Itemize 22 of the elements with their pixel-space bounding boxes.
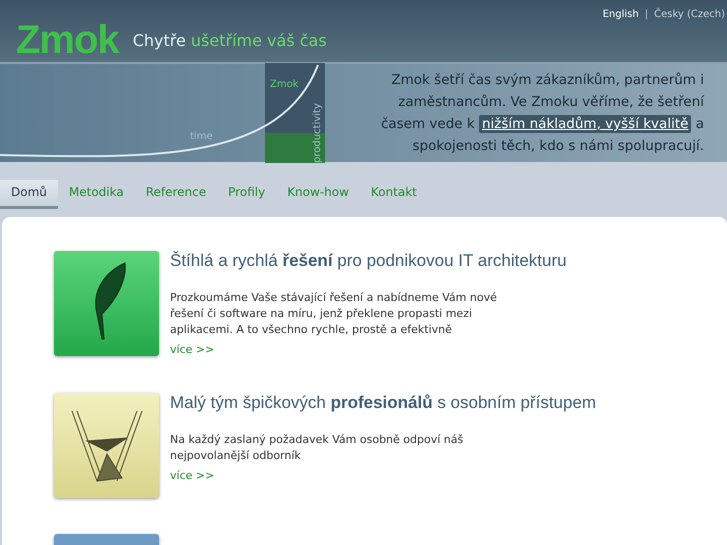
more-link[interactable]: více >> xyxy=(170,469,214,482)
separator: | xyxy=(644,9,648,20)
nav-tab[interactable]: Know-how xyxy=(276,180,360,206)
feature-title: Štíhlá a rychlá řešení pro podnikovou IT architekturu xyxy=(170,251,568,271)
graph-label: Zmok xyxy=(270,79,299,90)
feature-description: Na každý zaslaný požadavek Vám osobně odpoví náš nejpovolanější odborník xyxy=(170,432,464,464)
feature-title: Malý tým špičkových profesionálů s osobním přístupem xyxy=(170,393,598,413)
axis-label: productivity xyxy=(312,103,324,163)
nav-tab[interactable]: Domů xyxy=(0,180,58,209)
nav-tab[interactable]: Kontakt xyxy=(360,180,428,206)
nav-tab[interactable]: Metodika xyxy=(58,180,135,206)
more-link[interactable]: více >> xyxy=(170,343,214,356)
nav-tab[interactable]: Reference xyxy=(134,180,218,206)
highlight-link[interactable]: nižším nákladům, vyšší kvalitě xyxy=(479,115,692,133)
language-link[interactable]: Česky (Czech) xyxy=(654,9,725,20)
nav-tab[interactable]: Profily xyxy=(217,180,276,206)
tagline: Chytře ušetříme váš čas xyxy=(132,31,327,50)
logo-text[interactable]: Zmok xyxy=(16,18,119,62)
axis-label: time xyxy=(190,131,213,142)
language-link[interactable]: English xyxy=(602,9,639,20)
intro-paragraph: Zmok šetří čas svým zákazníkům, partnerům i zaměstnancům. Ve Zmoku věříme, že šetření časem vede k nižším nákladům, vyšší kvalitě a spokojenosti těch, kdo s námi spolupracují. xyxy=(380,71,704,156)
feature-description: Prozkoumáme Vaše stávající řešení a nabídneme Vám nové řešení či software na míru, jenž překlene propasti mezi aplikacemi. A to všechno rychle, prostě a efektivně xyxy=(170,290,498,338)
